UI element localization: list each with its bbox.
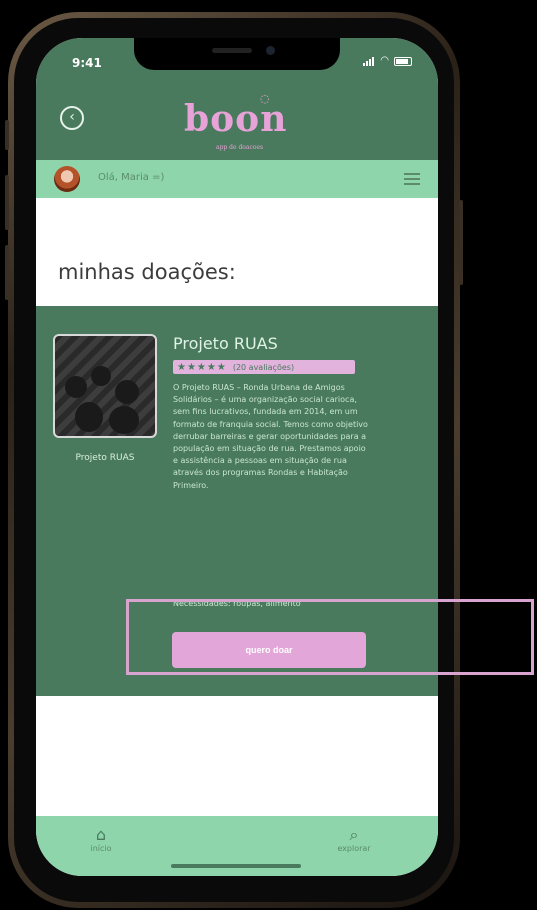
volume-down-button bbox=[5, 245, 9, 300]
volume-up-button bbox=[5, 175, 9, 230]
silent-switch bbox=[5, 120, 9, 150]
page-title: minhas doações: bbox=[58, 260, 236, 284]
status-icons: ◠ bbox=[363, 56, 412, 66]
home-indicator bbox=[171, 864, 301, 868]
greeting-text: Olá, Maria =) bbox=[98, 172, 165, 183]
project-image[interactable] bbox=[53, 334, 157, 438]
bottom-nav: ⌂ início ⌕ explorar bbox=[36, 816, 438, 876]
back-button[interactable]: ‹ bbox=[60, 106, 84, 130]
logo: ◌ boon app de doacoes bbox=[176, 92, 296, 156]
status-bar: 9:41 ◠ bbox=[36, 38, 438, 82]
cellular-signal-icon bbox=[363, 56, 375, 66]
logo-text: boon bbox=[184, 98, 288, 140]
search-icon: ⌕ bbox=[349, 825, 359, 844]
home-icon: ⌂ bbox=[95, 825, 107, 844]
app-header: ‹ ◌ boon app de doacoes bbox=[36, 82, 438, 160]
nav-explore-label: explorar bbox=[337, 844, 371, 853]
greeting-bar: Olá, Maria =) bbox=[36, 160, 438, 198]
battery-icon bbox=[394, 56, 412, 66]
rating-badge: ★★★★★ (20 avaliações) bbox=[173, 360, 355, 374]
project-image-caption: Projeto RUAS bbox=[75, 453, 135, 463]
power-button bbox=[459, 200, 463, 285]
avatar[interactable] bbox=[54, 166, 80, 192]
project-name: Projeto RUAS bbox=[173, 334, 278, 353]
star-rating-icon: ★★★★★ bbox=[177, 361, 227, 373]
status-time: 9:41 bbox=[72, 56, 102, 70]
chevron-left-icon: ‹ bbox=[69, 109, 75, 125]
donate-button-highlight bbox=[126, 599, 534, 675]
speaker bbox=[212, 48, 252, 53]
title-section: minhas doações: bbox=[36, 198, 438, 306]
notch bbox=[134, 38, 340, 70]
nav-explore[interactable]: ⌕ explorar bbox=[324, 825, 384, 854]
logo-subtitle: app de doacoes bbox=[216, 144, 264, 151]
nav-home[interactable]: ⌂ início bbox=[76, 825, 126, 854]
nav-home-label: início bbox=[90, 844, 112, 853]
app-screen: 9:41 ◠ ‹ ◌ boon app de doacoes Olá, Mari… bbox=[36, 38, 438, 876]
hamburger-menu-icon[interactable] bbox=[404, 173, 420, 185]
rating-count: (20 avaliações) bbox=[232, 362, 295, 372]
front-camera bbox=[266, 46, 275, 55]
project-description: O Projeto RUAS – Ronda Urbana de Amigos … bbox=[173, 383, 368, 490]
wifi-icon: ◠ bbox=[380, 55, 389, 66]
